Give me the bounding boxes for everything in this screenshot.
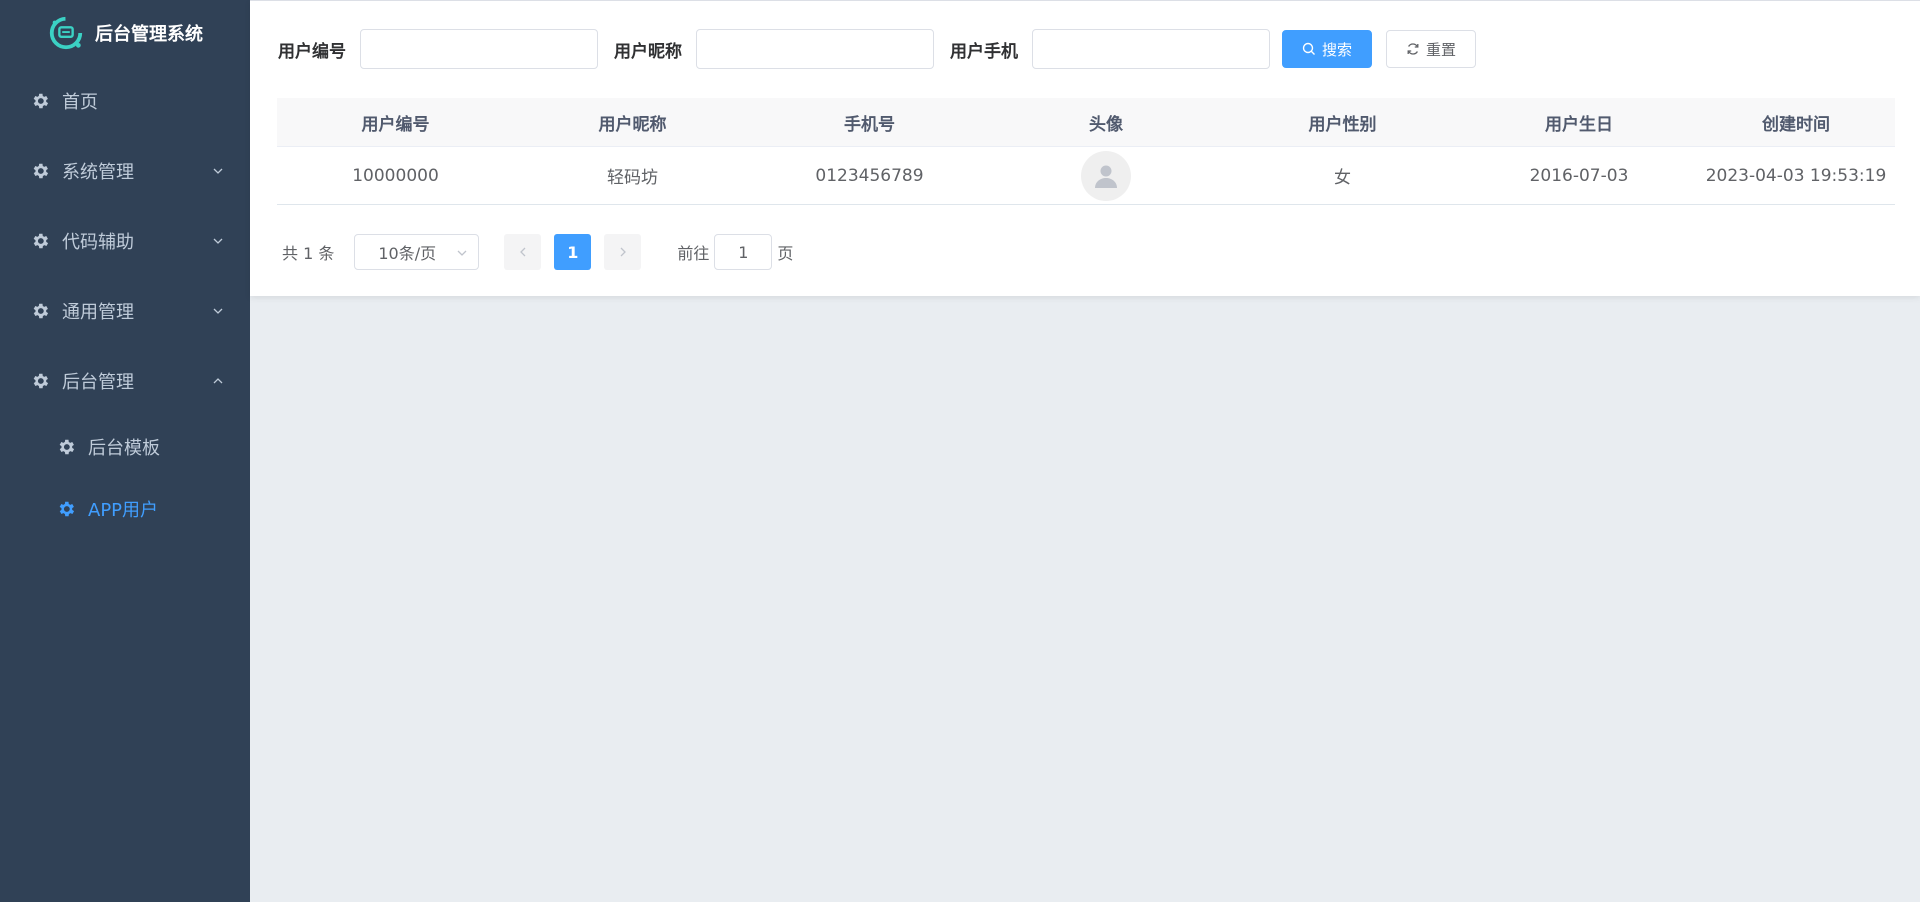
- page-size-value: 10条/页: [378, 244, 437, 263]
- column-header: 用户昵称: [598, 114, 667, 135]
- sidebar-subitem-template[interactable]: 后台模板: [0, 416, 250, 478]
- sidebar-item-label: 通用管理: [62, 302, 134, 323]
- page-number-button[interactable]: 1: [554, 234, 592, 270]
- sidebar-item-label: 系统管理: [62, 162, 134, 183]
- nickname-label: 用户昵称: [614, 41, 682, 62]
- sidebar-item-code[interactable]: 代码辅助: [0, 206, 250, 276]
- gear-icon: [33, 163, 49, 179]
- main-card: 用户编号 用户昵称 用户手机 搜索 重置 用户编号 用户昵称 手机号 头像 用户…: [250, 0, 1920, 296]
- total-count: 共 1 条: [282, 244, 335, 263]
- gear-icon: [59, 501, 75, 517]
- sidebar: 后台管理系统 首页 系统管理 代码辅助 通用管理 后台管理 后台模板 APP用户: [0, 0, 250, 902]
- gear-icon: [33, 93, 49, 109]
- chevron-down-icon: [457, 250, 467, 256]
- user-icon: [1095, 165, 1117, 188]
- sidebar-item-label: 代码辅助: [62, 232, 134, 253]
- table-body: 10000000 轻码坊 0123456789 女 2016-07-03 202…: [277, 147, 1895, 205]
- sidebar-item-admin[interactable]: 后台管理: [0, 346, 250, 416]
- column-header: 手机号: [844, 114, 895, 135]
- sidebar-item-general[interactable]: 通用管理: [0, 276, 250, 346]
- sidebar-item-label: 后台管理: [62, 372, 134, 393]
- sidebar-subitem-label: 后台模板: [88, 438, 160, 459]
- column-header: 创建时间: [1762, 114, 1830, 135]
- next-page-button[interactable]: [604, 234, 642, 270]
- gear-icon: [33, 303, 49, 319]
- column-header: 用户性别: [1308, 114, 1377, 135]
- cell-nickname: 轻码坊: [607, 168, 658, 188]
- user-table: 用户编号 用户昵称 手机号 头像 用户性别 用户生日 创建时间 10000000…: [277, 98, 1895, 205]
- phone-label: 用户手机: [950, 41, 1018, 62]
- gear-icon: [33, 373, 49, 389]
- user-id-label: 用户编号: [278, 41, 346, 62]
- search-button-label: 搜索: [1321, 40, 1352, 59]
- sidebar-subitem-app-user[interactable]: APP用户: [0, 478, 250, 540]
- chevron-right-icon: [620, 247, 626, 257]
- sidebar-subitem-label: APP用户: [88, 500, 159, 521]
- cell-phone: 0123456789: [815, 165, 924, 186]
- chevron-up-icon: [213, 378, 223, 384]
- cell-gender: 女: [1334, 168, 1351, 188]
- page-suffix: 页: [777, 244, 794, 263]
- cell-user-id: 10000000: [352, 165, 439, 186]
- reset-button-label: 重置: [1425, 40, 1456, 59]
- logo-icon: [49, 16, 83, 50]
- logo: 后台管理系统: [0, 0, 250, 66]
- chevron-down-icon: [213, 238, 223, 244]
- chevron-left-icon: [519, 247, 526, 257]
- page-size-select[interactable]: 10条/页: [354, 234, 480, 270]
- pagination: 共 1 条 10条/页 1 前往 页: [282, 234, 793, 270]
- gear-icon: [33, 233, 49, 249]
- table-header: 用户编号 用户昵称 手机号 头像 用户性别 用户生日 创建时间: [277, 98, 1895, 147]
- cell-created: 2023-04-03 19:53:19: [1705, 165, 1887, 186]
- refresh-icon: [1407, 43, 1419, 55]
- search-bar: 用户编号 用户昵称 用户手机 搜索 重置: [278, 29, 1476, 69]
- chevron-down-icon: [213, 308, 223, 314]
- prev-page-button[interactable]: [504, 234, 542, 270]
- avatar[interactable]: [1081, 150, 1131, 201]
- sidebar-item-system[interactable]: 系统管理: [0, 136, 250, 206]
- app-title: 后台管理系统: [95, 24, 203, 45]
- user-id-input[interactable]: [360, 29, 598, 69]
- phone-input[interactable]: [1032, 29, 1270, 69]
- column-header: 头像: [1089, 114, 1123, 135]
- sidebar-item-home[interactable]: 首页: [0, 66, 250, 136]
- chevron-down-icon: [213, 168, 223, 174]
- sidebar-item-label: 首页: [62, 92, 98, 113]
- column-header: 用户生日: [1545, 114, 1613, 135]
- table-row[interactable]: 10000000 轻码坊 0123456789 女 2016-07-03 202…: [277, 147, 1895, 205]
- search-button[interactable]: 搜索: [1282, 30, 1372, 68]
- reset-button[interactable]: 重置: [1386, 30, 1476, 68]
- goto-label: 前往: [677, 244, 710, 263]
- nickname-input[interactable]: [696, 29, 934, 69]
- gear-icon: [59, 439, 75, 455]
- search-icon: [1302, 42, 1315, 55]
- goto-page-input[interactable]: [714, 234, 773, 270]
- column-header: 用户编号: [361, 114, 430, 135]
- cell-avatar: [988, 147, 1224, 204]
- cell-birthday: 2016-07-03: [1529, 165, 1629, 186]
